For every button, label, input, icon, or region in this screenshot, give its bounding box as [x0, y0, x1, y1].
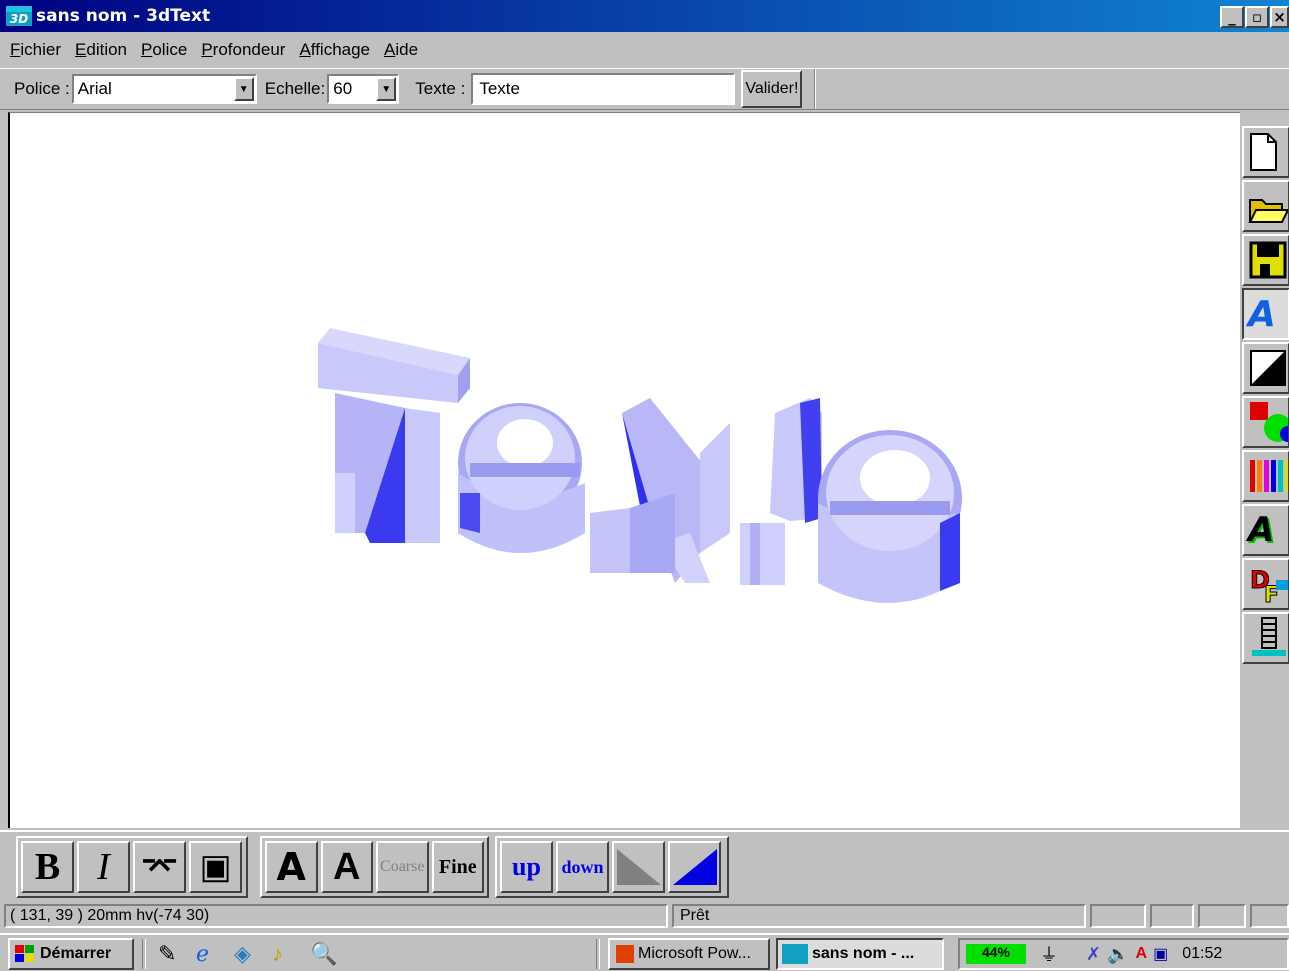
- channels-icon[interactable]: ◈: [234, 938, 264, 970]
- task-powerpoint-label: Microsoft Pow...: [638, 945, 751, 962]
- tasks-divider: [596, 939, 600, 969]
- toolbar-divider: [814, 69, 817, 109]
- menu-edition[interactable]: Edition: [75, 40, 127, 60]
- scale-value: 60: [333, 79, 353, 98]
- task-3dtext-label: sans nom - ...: [812, 945, 915, 962]
- menu-aide[interactable]: Aide: [384, 40, 418, 60]
- menu-profondeur[interactable]: Profondeur: [201, 40, 285, 60]
- 3dtext-app-icon: [782, 944, 808, 964]
- open-folder-icon[interactable]: [1242, 180, 1289, 232]
- font-label: Police :: [14, 79, 70, 98]
- monitor-icon[interactable]: ▣: [1153, 944, 1168, 964]
- desktop-icon[interactable]: ✎: [158, 938, 188, 970]
- font-value: Arial: [77, 79, 112, 98]
- style-group: B I ⌤ ▣: [16, 836, 248, 898]
- shapes-color-icon[interactable]: [1242, 396, 1289, 448]
- system-tray: 44% ⏚ ✗ 🔈 A ▣ 01:52: [958, 938, 1289, 970]
- status-state: Prêt: [672, 904, 1086, 928]
- italic-button[interactable]: I: [77, 841, 130, 893]
- down-button[interactable]: down: [556, 841, 609, 893]
- title-bar[interactable]: 3D sans nom - 3dText _ ▫ ×: [0, 0, 1289, 32]
- right-toolbar: A A DF: [1242, 126, 1289, 666]
- font-weight-group: A A Coarse Fine: [260, 836, 489, 898]
- start-button[interactable]: Démarrer: [8, 938, 134, 970]
- 3d-letter-t2: [740, 398, 822, 585]
- search-icon[interactable]: 🔍: [310, 938, 340, 970]
- 3d-letter-e2: [818, 430, 962, 603]
- windows-logo-icon: [15, 945, 34, 962]
- task-3dtext[interactable]: sans nom - ...: [776, 938, 944, 970]
- scale-select[interactable]: 60 ▼: [327, 74, 400, 104]
- window-title: sans nom - 3dText: [36, 6, 211, 26]
- menu-bar: Fichier Edition Police Profondeur Affich…: [0, 34, 1289, 66]
- start-label: Démarrer: [40, 945, 112, 962]
- clock[interactable]: 01:52: [1182, 945, 1222, 963]
- scale-label: Echelle:: [264, 79, 326, 98]
- spiral-icon[interactable]: [1242, 612, 1289, 664]
- bottom-toolbar: B I ⌤ ▣ A A Coarse Fine up down: [0, 830, 1289, 902]
- volume-icon[interactable]: 🔈: [1107, 944, 1129, 965]
- media-icon[interactable]: ♪: [272, 938, 302, 970]
- 3d-letter-e: [458, 403, 585, 553]
- validate-button[interactable]: Valider!: [741, 70, 803, 108]
- gray-wedge-button[interactable]: [612, 841, 665, 893]
- quicklaunch-divider: [142, 939, 146, 969]
- font-bold-a-button[interactable]: A: [265, 841, 318, 893]
- format-icon[interactable]: DF: [1242, 558, 1289, 610]
- outline-button[interactable]: ⌤: [133, 841, 186, 893]
- internet-explorer-icon[interactable]: ℯ: [196, 938, 226, 970]
- color-bars-icon[interactable]: [1242, 450, 1289, 502]
- drawing-canvas[interactable]: [8, 112, 1240, 828]
- status-bar: ( 131, 39 ) 20mm hv(-74 30) Prêt: [0, 904, 1289, 930]
- text-input[interactable]: Texte: [471, 73, 736, 105]
- menu-affichage[interactable]: Affichage: [299, 40, 370, 60]
- fine-button[interactable]: Fine: [431, 841, 484, 893]
- font-light-a-button[interactable]: A: [320, 841, 373, 893]
- task-powerpoint[interactable]: Microsoft Pow...: [608, 938, 770, 970]
- app-icon: 3D: [6, 6, 32, 26]
- up-button[interactable]: up: [500, 841, 553, 893]
- text-label: Texte :: [415, 79, 466, 98]
- bold-button[interactable]: B: [21, 841, 74, 893]
- powerpoint-icon: [616, 945, 634, 963]
- new-document-icon[interactable]: [1242, 126, 1289, 178]
- minimize-icon[interactable]: _: [1220, 6, 1244, 28]
- status-panel-3: [1198, 904, 1246, 928]
- toolbar: Police : Arial ▼ Echelle: 60 ▼ Texte : T…: [0, 68, 1289, 110]
- chevron-down-icon[interactable]: ▼: [233, 77, 254, 101]
- font-select[interactable]: Arial ▼: [71, 74, 257, 104]
- frame-button[interactable]: ▣: [189, 841, 242, 893]
- 3d-letter-t: [318, 328, 470, 543]
- blue-wedge-button[interactable]: [668, 841, 721, 893]
- status-panel-2: [1150, 904, 1194, 928]
- text-style-icon[interactable]: A: [1242, 288, 1289, 340]
- power-plug-icon[interactable]: ⏚: [1040, 941, 1058, 967]
- contrast-icon[interactable]: [1242, 342, 1289, 394]
- 3d-letter-x: [590, 398, 730, 583]
- status-coords: ( 131, 39 ) 20mm hv(-74 30): [4, 904, 668, 928]
- chevron-down-icon[interactable]: ▼: [376, 77, 397, 101]
- coarse-button[interactable]: Coarse: [376, 841, 429, 893]
- 3d-text-render: [318, 328, 962, 603]
- status-panel-4: [1250, 904, 1289, 928]
- depth-group: up down: [495, 836, 729, 898]
- battery-indicator[interactable]: 44%: [966, 944, 1026, 964]
- text-transform-icon[interactable]: A: [1242, 504, 1289, 556]
- acrobat-icon[interactable]: A: [1136, 945, 1148, 963]
- maximize-icon[interactable]: ▫: [1245, 6, 1269, 28]
- close-icon[interactable]: ×: [1270, 6, 1289, 28]
- network-icon[interactable]: ✗: [1086, 944, 1101, 965]
- taskbar: Démarrer ✎ ℯ ◈ ♪ 🔍 Microsoft Pow... sans…: [0, 933, 1289, 971]
- menu-fichier[interactable]: Fichier: [10, 40, 61, 60]
- status-panel-1: [1090, 904, 1146, 928]
- save-icon[interactable]: [1242, 234, 1289, 286]
- menu-police[interactable]: Police: [141, 40, 187, 60]
